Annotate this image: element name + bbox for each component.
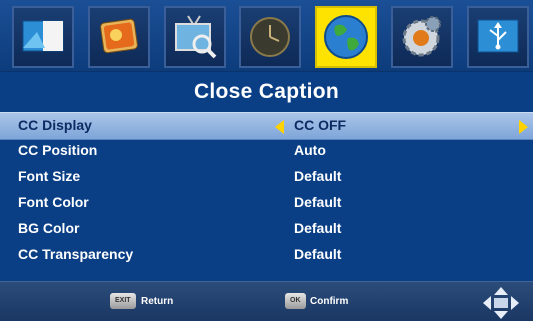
menu-category-bar <box>0 0 533 72</box>
return-label: Return <box>141 296 174 307</box>
confirm-label: Confirm <box>310 296 349 307</box>
gear-settings-icon[interactable] <box>391 6 453 68</box>
menu-row-label: CC Position <box>18 142 98 158</box>
menu-row-font-color[interactable]: Font Color Default <box>0 190 533 216</box>
menu-row-value: CC OFF <box>294 117 347 133</box>
exit-key-icon[interactable]: EXIT <box>110 293 136 309</box>
arrow-right-icon[interactable] <box>519 120 528 134</box>
menu-row-label: Font Size <box>18 168 81 184</box>
navigation-arrows-icon <box>483 287 519 319</box>
menu-row-value: Default <box>294 194 342 210</box>
menu-row-bg-color[interactable]: BG Color Default <box>0 216 533 242</box>
tv-osd-screen: Close Caption CC Display CC OFF CC Posit… <box>0 0 533 321</box>
menu-row-label: BG Color <box>18 220 80 236</box>
picture-settings-icon[interactable] <box>12 6 74 68</box>
footer-hint-bar: EXIT Return OK Confirm <box>0 281 533 321</box>
menu-row-label: Font Color <box>18 194 89 210</box>
page-title: Close Caption <box>193 80 340 103</box>
menu-row-label: CC Transparency <box>18 246 134 262</box>
menu-row-label: CC Display <box>18 117 92 133</box>
tv-search-icon[interactable] <box>164 6 226 68</box>
menu-row-value: Default <box>294 246 342 262</box>
arrow-left-icon[interactable] <box>275 120 284 134</box>
photo-icon[interactable] <box>88 6 150 68</box>
menu-row-font-size[interactable]: Font Size Default <box>0 164 533 190</box>
usb-icon[interactable] <box>467 6 529 68</box>
menu-row-cc-display[interactable]: CC Display CC OFF <box>0 112 533 140</box>
menu-row-value: Default <box>294 168 342 184</box>
menu-row-value: Default <box>294 220 342 236</box>
menu-row-cc-position[interactable]: CC Position Auto <box>0 138 533 164</box>
menu-row-value: Auto <box>294 142 326 158</box>
clock-icon[interactable] <box>239 6 301 68</box>
menu-row-cc-transparency[interactable]: CC Transparency Default <box>0 242 533 268</box>
globe-icon[interactable] <box>315 6 377 68</box>
ok-key-icon[interactable]: OK <box>285 293 306 309</box>
